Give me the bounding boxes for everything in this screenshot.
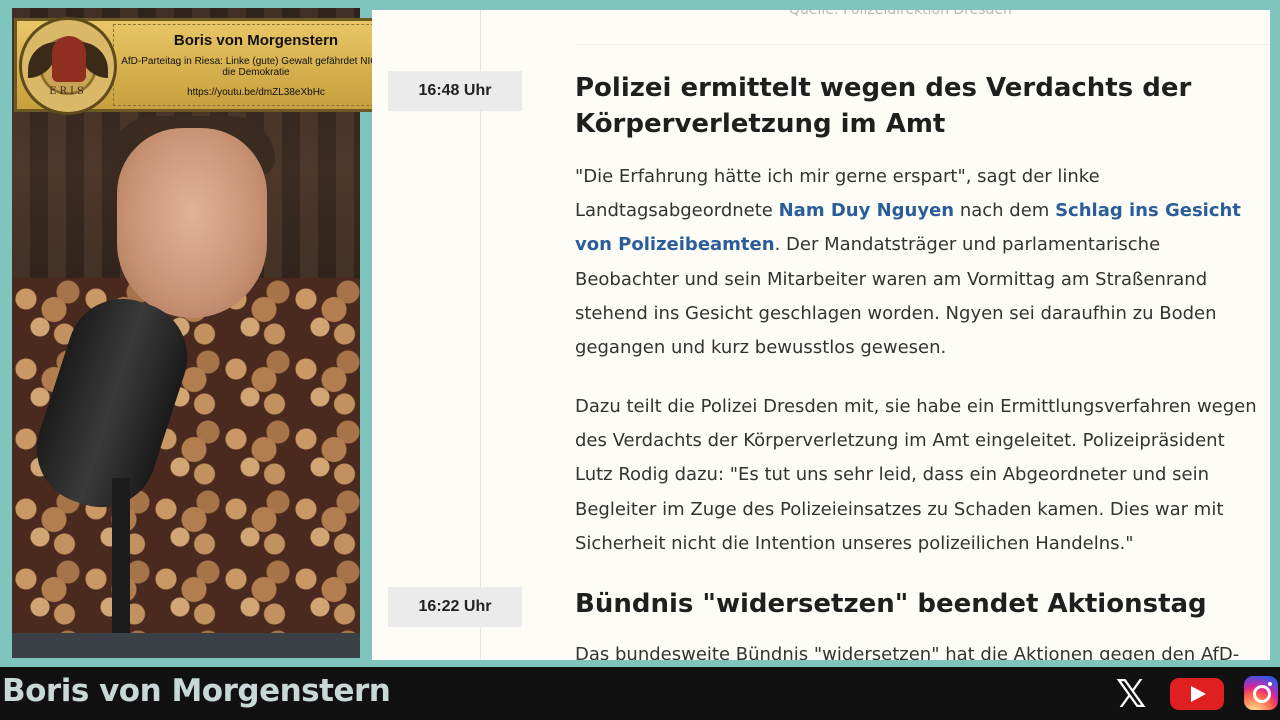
- entry-paragraph: Das bundesweite Bündnis "widersetzen" ha…: [575, 644, 1240, 660]
- logo-text: ERIS: [49, 86, 87, 97]
- article-panel[interactable]: Quelle: Polizeidirektion Dresden 16:48 U…: [372, 10, 1270, 660]
- presenter-face: [117, 128, 267, 318]
- info-banner: ERIS Boris von Morgenstern AfD-Parteitag…: [14, 17, 398, 115]
- microphone-arm: [112, 478, 130, 658]
- channel-name: Boris von Morgenstern: [2, 673, 391, 709]
- entry-paragraph: Dazu teilt die Polizei Dresden mit, sie …: [575, 396, 1257, 554]
- paragraph-text: nach dem: [954, 200, 1056, 222]
- banner-video-title: AfD-Parteitag in Riesa: Linke (gute) Gew…: [121, 56, 391, 78]
- instagram-icon: [1244, 676, 1278, 710]
- source-strip: Quelle: Polizeidirektion Dresden: [575, 10, 1270, 45]
- entry-paragraph: "Die Erfahrung hätte ich mir gerne erspa…: [575, 160, 1265, 365]
- logo-figure: [52, 36, 86, 82]
- time-badge: 16:22 Uhr: [388, 587, 522, 627]
- entry-headline: Bündnis "widersetzen" beendet Aktionstag: [575, 589, 1207, 619]
- entry-headline: Polizei ermittelt wegen des Verdachts de…: [575, 73, 1192, 139]
- youtube-icon: [1170, 678, 1224, 710]
- desk: [12, 633, 360, 658]
- source-caption: Quelle: Polizeidirektion Dresden: [789, 10, 1012, 18]
- x-icon: 𝕏: [1115, 672, 1147, 716]
- banner-name: Boris von Morgenstern: [173, 32, 339, 49]
- banner-url[interactable]: https://youtu.be/dmZL38eXbHc: [117, 87, 395, 98]
- eris-logo: ERIS: [19, 17, 117, 115]
- channel-bar: Boris von Morgenstern 𝕏: [0, 667, 1280, 720]
- time-badge: 16:48 Uhr: [388, 71, 522, 111]
- link-nam-duy-nguyen[interactable]: Nam Duy Nguyen: [779, 200, 955, 221]
